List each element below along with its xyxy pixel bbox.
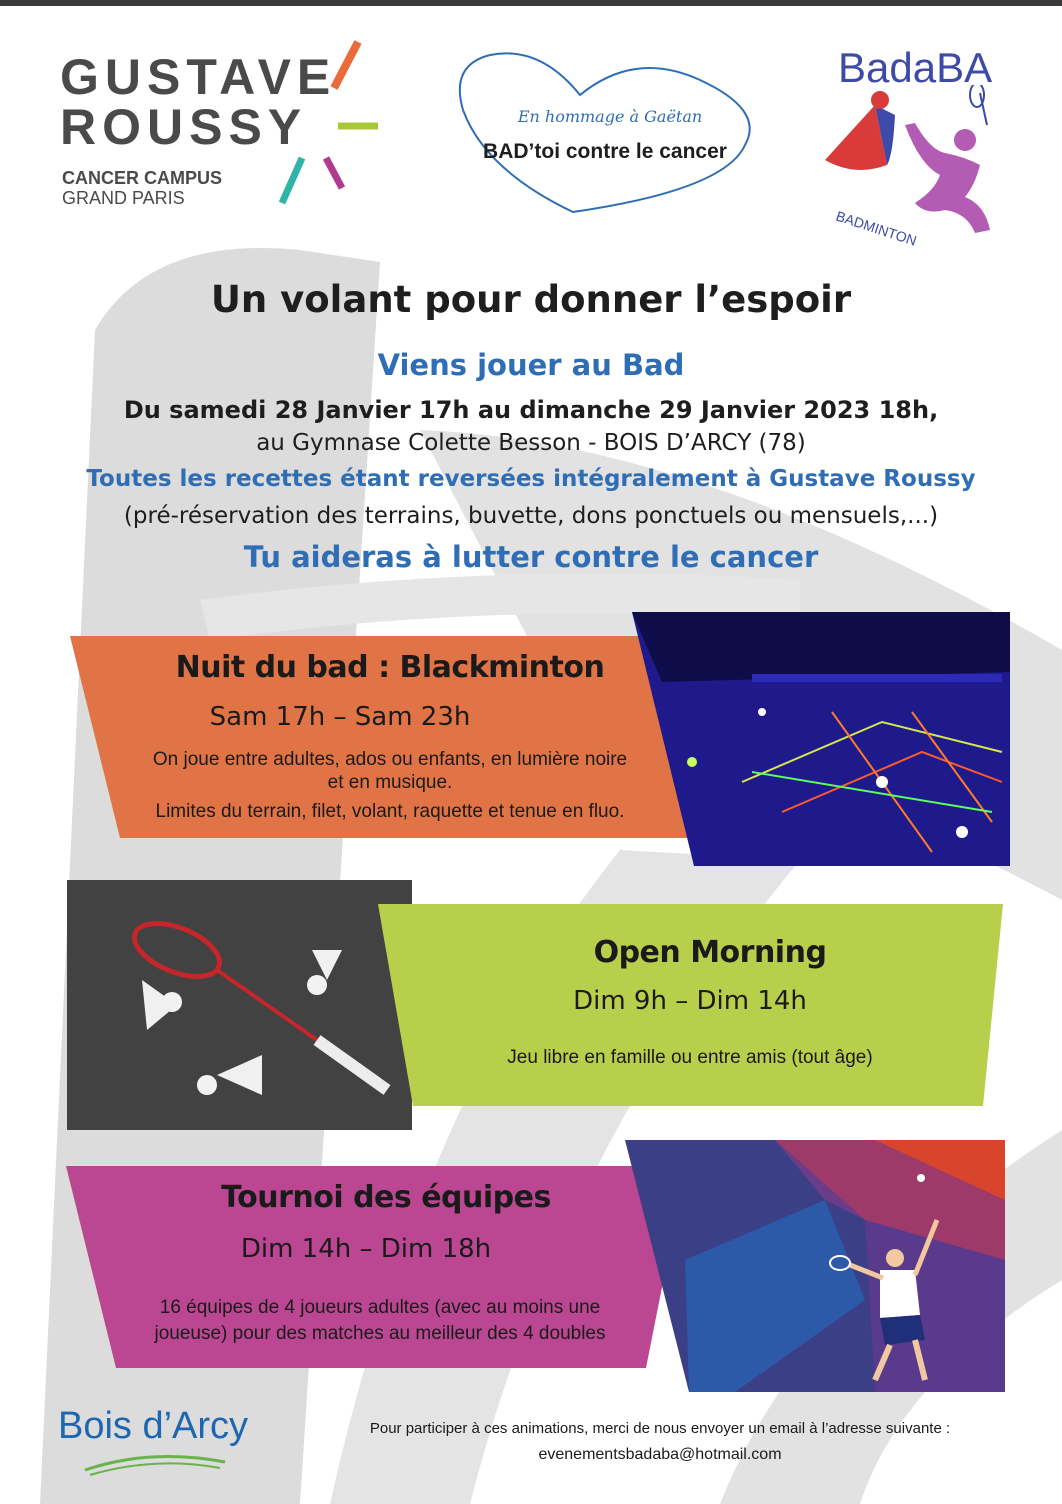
gustave-roussy-sub2: GRAND PARIS: [62, 188, 185, 208]
subtitle: Viens jouer au Bad: [377, 348, 685, 382]
event-dates: Du samedi 28 Janvier 17h au dimanche 29 …: [123, 396, 939, 424]
footer-instructions: Pour participer à ces animations, merci …: [369, 1420, 951, 1437]
badaba-logo-curve-text: BADMINTON: [834, 208, 919, 249]
badtoi-text: BAD’toi contre le cancer: [483, 140, 727, 163]
gustave-roussy-logo-mark: [278, 40, 378, 205]
gustave-roussy-sub1: CANCER CAMPUS: [62, 168, 223, 188]
bois-darcy-logo: Bois d’Arcy: [58, 1405, 249, 1447]
tournoi-time: Dim 14h – Dim 18h: [240, 1234, 492, 1264]
blackminton-gym-photo: [632, 612, 1010, 866]
recettes-text: Toutes les recettes étant reversées inté…: [86, 466, 976, 492]
heart-outline-icon: [458, 52, 751, 214]
blackminton-time: Sam 17h – Sam 23h: [209, 702, 471, 732]
player-polygon-illustration: [625, 1140, 1005, 1392]
bois-darcy-logo-swoosh: [84, 1455, 226, 1476]
tournoi-desc-1: 16 équipes de 4 joueurs adultes (avec au…: [159, 1297, 601, 1318]
details-text: (pré-réservation des terrains, buvette, …: [123, 503, 939, 529]
open-morning-desc: Jeu libre en famille ou entre amis (tout…: [507, 1047, 873, 1068]
tournoi-title: Tournoi des équipes: [221, 1180, 551, 1215]
blackminton-title: Nuit du bad : Blackminton: [175, 650, 605, 685]
racket-shuttlecocks-photo: [67, 880, 412, 1130]
footer-email[interactable]: evenementsbadaba@hotmail.com: [350, 1446, 970, 1464]
event-venue: au Gymnase Colette Besson - BOIS D’ARCY …: [256, 430, 806, 456]
page-title: Un volant pour donner l’espoir: [210, 278, 852, 321]
badaba-logo-graphic: BADMINTON: [825, 85, 990, 249]
open-morning-time: Dim 9h – Dim 14h: [573, 986, 807, 1016]
blackminton-desc-3: Limites du terrain, filet, volant, raque…: [155, 801, 625, 822]
hommage-text: En hommage à Gaëtan: [517, 107, 703, 126]
callout-text: Tu aideras à lutter contre le cancer: [243, 540, 819, 574]
tournoi-desc-2: joueuse) pour des matches au meilleur de…: [154, 1323, 606, 1344]
blackminton-desc-1: On joue entre adultes, ados ou enfants, …: [152, 749, 628, 770]
blackminton-desc-2: et en musique.: [327, 772, 453, 793]
open-morning-title: Open Morning: [593, 935, 827, 970]
